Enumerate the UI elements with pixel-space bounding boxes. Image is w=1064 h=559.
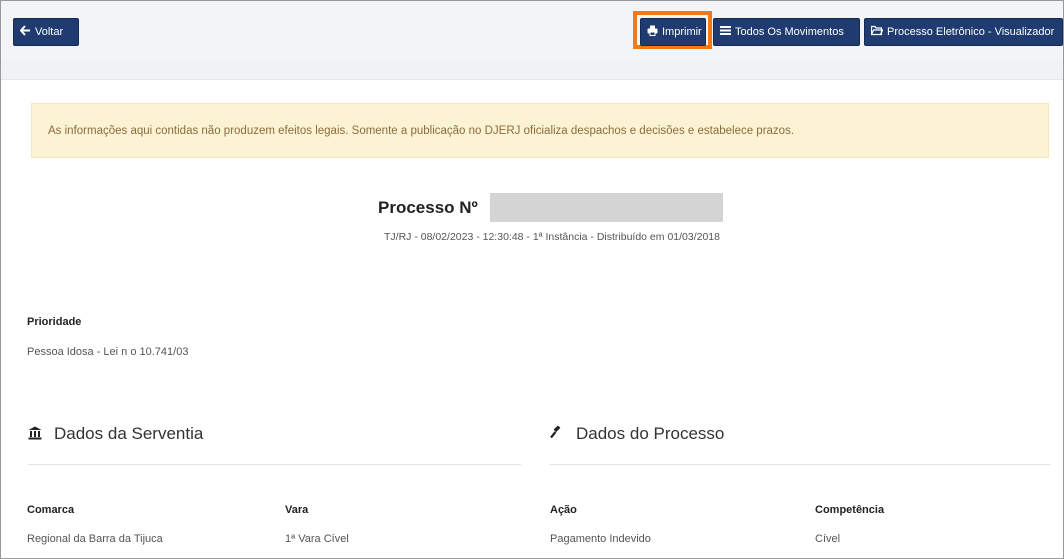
process-title: Processo Nº: [378, 197, 478, 217]
process-subtitle: TJ/RJ - 08/02/2023 - 12:30:48 - 1ª Instâ…: [384, 231, 720, 243]
print-button-label: Imprimir: [662, 26, 702, 38]
legal-notice-text: As informações aqui contidas não produze…: [48, 124, 795, 137]
acao-label: Ação: [550, 504, 577, 516]
arrow-left-icon: [19, 25, 31, 39]
dados-processo-heading: Dados do Processo: [550, 424, 724, 444]
redacted-process-number: [489, 193, 723, 222]
gavel-icon: [550, 424, 564, 443]
serventia-divider: [28, 464, 521, 465]
priority-value: Pessoa Idosa - Lei n o 10.741/03: [27, 346, 189, 358]
comarca-value: Regional da Barra da Tijuca: [27, 533, 163, 545]
serventia-heading-text: Dados da Serventia: [54, 424, 204, 443]
acao-value: Pagamento Indevido: [550, 533, 651, 545]
all-moves-button[interactable]: Todos Os Movimentos: [713, 18, 860, 46]
priority-label: Prioridade: [27, 316, 82, 328]
serventia-heading: Dados da Serventia: [28, 424, 203, 444]
bank-building-icon: [28, 426, 42, 443]
back-button[interactable]: Voltar: [13, 18, 79, 46]
vara-value: 1ª Vara Cível: [285, 533, 349, 545]
legal-notice-alert: As informações aqui contidas não produze…: [31, 103, 1049, 158]
toolbar-band: [1, 60, 1063, 80]
folder-open-icon: [870, 25, 884, 39]
window-frame: [0, 0, 1064, 559]
comarca-label: Comarca: [27, 504, 75, 516]
competencia-value: Cível: [815, 533, 841, 545]
eproc-viewer-button[interactable]: Processo Eletrônico - Visualizador: [864, 18, 1063, 46]
dados-processo-heading-text: Dados do Processo: [576, 424, 725, 443]
printer-icon: [647, 25, 658, 39]
dados-processo-divider: [550, 464, 1050, 465]
process-title-row: Processo Nº: [378, 193, 723, 222]
competencia-label: Competência: [815, 504, 885, 516]
back-button-label: Voltar: [35, 26, 64, 38]
list-icon: [720, 25, 731, 39]
eproc-viewer-button-label: Processo Eletrônico - Visualizador: [887, 26, 1055, 38]
vara-label: Vara: [285, 504, 309, 516]
all-moves-button-label: Todos Os Movimentos: [735, 26, 844, 38]
print-button[interactable]: Imprimir: [640, 18, 706, 46]
